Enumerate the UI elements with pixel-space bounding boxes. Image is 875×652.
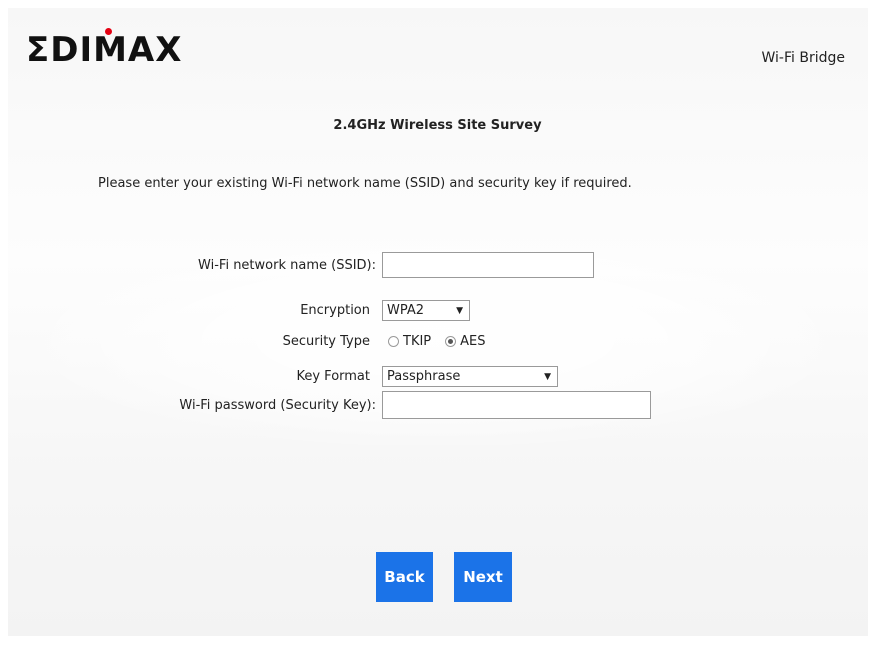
radio-tkip-label: TKIP (403, 334, 432, 349)
password-input[interactable] (382, 391, 651, 419)
security-type-row: Security Type TKIP AES (120, 334, 486, 349)
password-row: Wi-Fi password (Security Key): (120, 391, 651, 419)
radio-aes-label: AES (460, 334, 486, 349)
encryption-value: WPA2 (387, 303, 425, 318)
encryption-select[interactable]: WPA2 ▼ (382, 300, 470, 321)
security-type-label: Security Type (282, 334, 370, 349)
key-format-label: Key Format (296, 369, 370, 384)
product-name: Wi-Fi Bridge (761, 50, 846, 66)
instruction-text: Please enter your existing Wi-Fi network… (98, 176, 632, 191)
chevron-down-icon: ▼ (544, 371, 551, 382)
page-title: 2.4GHz Wireless Site Survey (333, 118, 542, 133)
logo-dot (105, 28, 112, 35)
radio-aes[interactable]: AES (445, 334, 486, 349)
encryption-row: Encryption WPA2 ▼ (120, 300, 470, 321)
encryption-label: Encryption (300, 303, 370, 318)
key-format-row: Key Format Passphrase ▼ (120, 366, 558, 387)
edimax-logo: ΣDIMAX (26, 28, 183, 70)
ssid-row: Wi-Fi network name (SSID): (120, 252, 594, 278)
radio-tkip[interactable]: TKIP (388, 334, 431, 349)
key-format-value: Passphrase (387, 369, 461, 384)
key-format-select[interactable]: Passphrase ▼ (382, 366, 558, 387)
next-button[interactable]: Next (454, 552, 512, 602)
radio-aes-circle[interactable] (445, 336, 457, 347)
security-type-group: TKIP AES (388, 334, 486, 349)
logo-text: ΣDIMAX (26, 30, 183, 70)
back-button[interactable]: Back (376, 552, 433, 602)
ssid-input[interactable] (382, 252, 594, 278)
radio-tkip-circle[interactable] (388, 336, 399, 347)
password-label: Wi-Fi password (Security Key): (179, 397, 376, 413)
chevron-down-icon: ▼ (456, 305, 463, 316)
ssid-label: Wi-Fi network name (SSID): (198, 257, 376, 273)
